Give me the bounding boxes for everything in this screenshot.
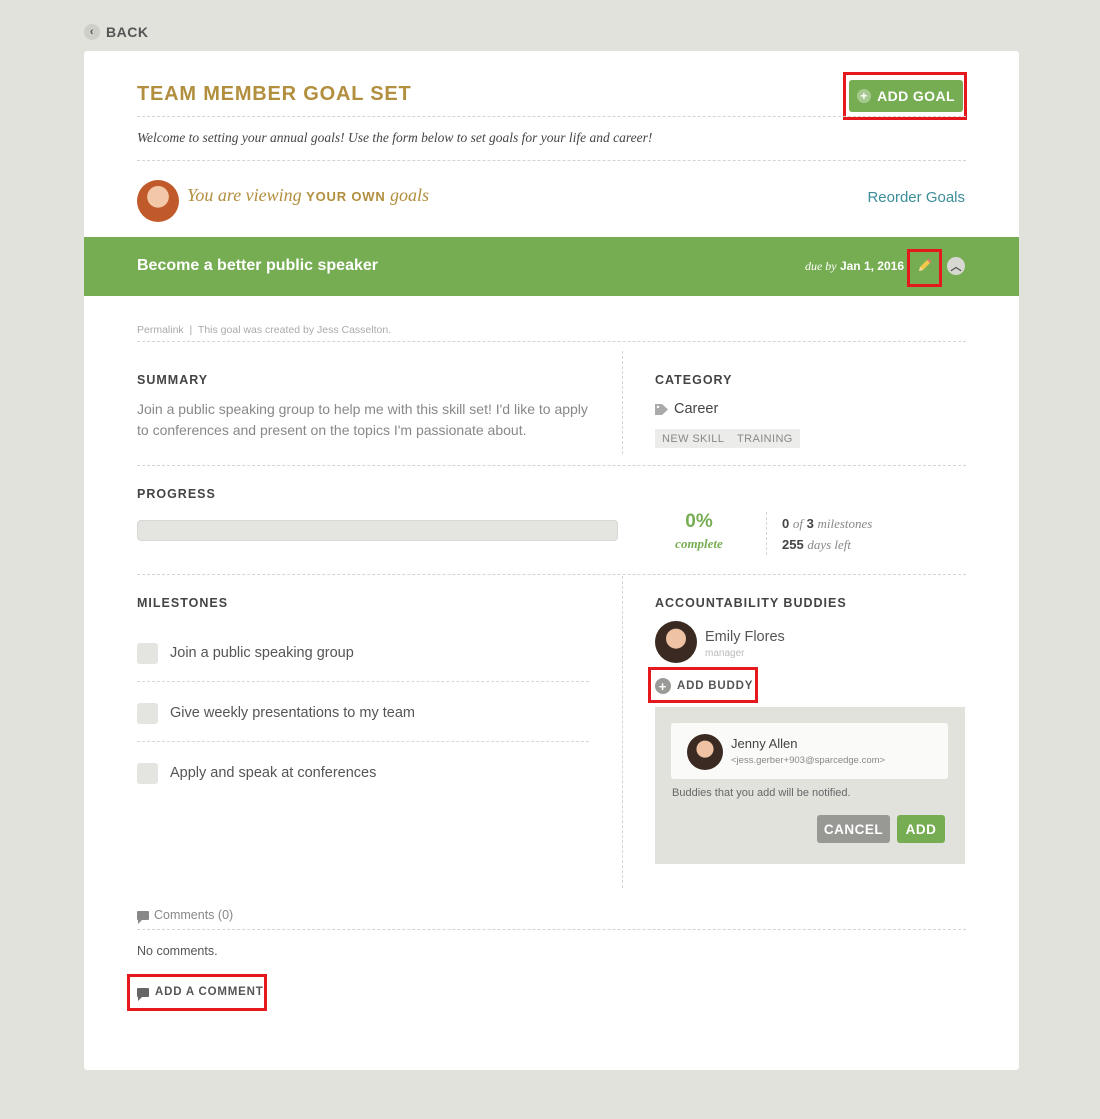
viewing-prefix: You are viewing xyxy=(187,185,307,205)
add-buddy-confirm-button[interactable]: ADD xyxy=(897,815,945,843)
category-label: CATEGORY xyxy=(655,373,733,387)
title-divider xyxy=(137,116,966,117)
comments-count: Comments (0) xyxy=(154,908,234,922)
back-link[interactable]: ‹ BACK xyxy=(84,24,148,40)
candidate-avatar xyxy=(687,734,723,770)
viewing-suffix: goals xyxy=(385,185,430,205)
milestone-text: Apply and speak at conferences xyxy=(170,765,377,781)
milestone-count: 0 of 3 milestones xyxy=(782,516,872,532)
milestone-checkbox[interactable] xyxy=(137,702,158,724)
category-text: Career xyxy=(674,401,719,417)
reorder-goals-link[interactable]: Reorder Goals xyxy=(867,189,965,206)
add-buddy-panel: Jenny Allen <jess.gerber+903@sparcedge.c… xyxy=(655,707,965,864)
tag-icon xyxy=(655,403,668,415)
no-comments-text: No comments. xyxy=(137,944,218,958)
add-buddy-button[interactable]: + ADD BUDDY xyxy=(655,678,753,694)
created-by: This goal was created by Jess Casselton. xyxy=(197,324,392,336)
plus-icon: + xyxy=(857,89,872,103)
days-left: 255 days left xyxy=(782,537,851,553)
welcome-divider xyxy=(137,160,966,161)
progress-divider xyxy=(137,574,966,575)
add-buddy-label: ADD BUDDY xyxy=(677,680,754,692)
summary-divider xyxy=(137,465,966,466)
milestone-text: Give weekly presentations to my team xyxy=(170,705,415,721)
milestones-vdivider xyxy=(622,576,623,888)
progress-bar xyxy=(137,520,618,541)
milestone-text: Join a public speaking group xyxy=(170,645,354,661)
chevron-left-icon: ‹ xyxy=(84,24,100,40)
cancel-button[interactable]: CANCEL xyxy=(817,815,890,843)
stats-vdivider xyxy=(766,512,767,555)
candidate-email: <jess.gerber+903@sparcedge.com> xyxy=(731,755,886,766)
permalink-link[interactable]: Permalink xyxy=(137,324,184,336)
tag-new-skill[interactable]: NEW SKILL xyxy=(655,429,732,448)
due-date-value: Jan 1, 2016 xyxy=(839,259,904,273)
comment-icon xyxy=(137,987,149,1001)
avatar xyxy=(137,180,179,222)
add-goal-label: ADD GOAL xyxy=(877,88,955,104)
summary-label: SUMMARY xyxy=(137,373,209,387)
days-left-value: 255 xyxy=(782,537,804,552)
goal-header-bar[interactable]: Become a better public speaker due by Ja… xyxy=(84,237,1019,296)
buddies-label: ACCOUNTABILITY BUDDIES xyxy=(655,596,847,610)
milestone-divider xyxy=(137,681,589,682)
add-comment-button[interactable]: ADD A COMMENT xyxy=(137,986,264,1001)
buddy-role: manager xyxy=(705,648,745,659)
progress-percent: 0% xyxy=(685,511,713,532)
chevron-up-icon[interactable]: ︿ xyxy=(947,257,965,275)
summary-vdivider xyxy=(622,351,623,454)
comment-icon xyxy=(137,910,149,924)
progress-percent-label: complete xyxy=(675,536,723,551)
back-label: BACK xyxy=(106,24,149,40)
notify-text: Buddies that you add will be notified. xyxy=(672,787,851,799)
milestones-label: MILESTONES xyxy=(137,596,229,610)
pencil-icon[interactable] xyxy=(914,256,934,276)
milestone-divider xyxy=(137,741,589,742)
add-goal-button[interactable]: + ADD GOAL xyxy=(849,80,963,112)
milestones-total: 3 xyxy=(806,516,814,531)
comments-divider xyxy=(137,929,966,930)
due-date: due by Jan 1, 2016 xyxy=(805,259,904,274)
viewing-notice: You are viewing YOUR OWN goals xyxy=(187,185,429,206)
list-item: Give weekly presentations to my team xyxy=(137,683,589,743)
welcome-text: Welcome to setting your annual goals! Us… xyxy=(137,130,653,145)
page-title: TEAM MEMBER GOAL SET xyxy=(137,83,412,105)
milestones-done: 0 xyxy=(782,516,790,531)
category-value: Career xyxy=(655,401,718,417)
permalink-divider xyxy=(137,341,966,342)
days-left-word: days left xyxy=(807,537,852,552)
buddy-avatar xyxy=(655,621,697,663)
goal-title: Become a better public speaker xyxy=(137,257,378,274)
goal-card: TEAM MEMBER GOAL SET + ADD GOAL Welcome … xyxy=(84,51,1019,1070)
summary-text: Join a public speaking group to help me … xyxy=(137,401,588,438)
viewing-emphasis: YOUR OWN xyxy=(306,189,386,204)
buddy-name: Emily Flores xyxy=(705,629,785,645)
milestone-checkbox[interactable] xyxy=(137,762,158,784)
plus-icon: + xyxy=(655,678,671,694)
comments-header: Comments (0) xyxy=(137,908,234,924)
candidate-name: Jenny Allen xyxy=(731,736,798,751)
list-item: Join a public speaking group xyxy=(137,623,589,683)
due-prefix: due by xyxy=(804,259,837,273)
milestones-word: milestones xyxy=(817,516,873,531)
milestone-checkbox[interactable] xyxy=(137,642,158,664)
buddy-candidate[interactable]: Jenny Allen <jess.gerber+903@sparcedge.c… xyxy=(671,723,948,779)
list-item: Apply and speak at conferences xyxy=(137,743,589,803)
permalink-line: Permalink | This goal was created by Jes… xyxy=(137,324,391,336)
tag-training[interactable]: TRAINING xyxy=(730,429,800,448)
permalink-separator: | xyxy=(189,324,193,336)
progress-label: PROGRESS xyxy=(137,487,216,501)
milestones-of: of xyxy=(792,516,803,531)
add-comment-label: ADD A COMMENT xyxy=(155,986,264,998)
